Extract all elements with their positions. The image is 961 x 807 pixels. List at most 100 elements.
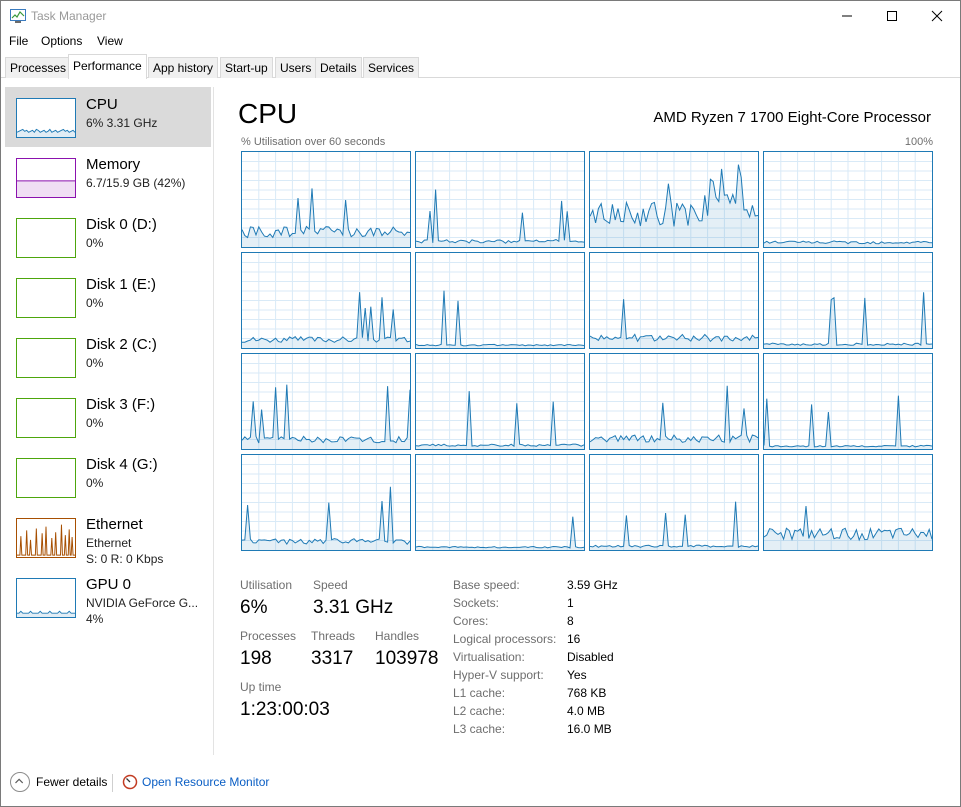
tab-users[interactable]: Users <box>275 57 317 78</box>
sidebar-item-name: CPU <box>86 96 118 113</box>
core-graph <box>589 151 759 248</box>
chevron-up-icon <box>15 778 24 784</box>
processes-label: Processes <box>240 629 297 643</box>
core-graph <box>415 454 585 551</box>
sidebar-item-detail: 0% <box>86 476 104 490</box>
sidebar-thumbnail <box>16 98 76 138</box>
sidebar-item-detail: 0% <box>86 296 104 310</box>
minimize-icon <box>842 15 852 17</box>
spec-value: 1 <box>567 596 574 610</box>
spec-value: 16 <box>567 632 581 646</box>
graph-max-label: 100% <box>904 136 933 148</box>
core-graph <box>241 454 411 551</box>
spec-label: Hyper-V support: <box>453 668 544 682</box>
spec-value: Yes <box>567 668 587 682</box>
spec-value: 8 <box>567 614 574 628</box>
spec-value: 16.0 MB <box>567 722 612 736</box>
sidebar-item-detail-2: 4% <box>86 612 104 626</box>
task-manager-icon <box>10 9 26 23</box>
core-graph <box>241 252 411 349</box>
sidebar-item-name: Ethernet <box>86 516 143 533</box>
graph-caption: % Utilisation over 60 seconds <box>241 136 386 148</box>
menu-options[interactable]: Options <box>41 34 82 48</box>
sidebar-item-name: Memory <box>86 156 141 173</box>
threads-value: 3317 <box>311 648 354 669</box>
resource-list: CPU 6% 3.31 GHz Memory 6.7/15.9 GB (42%) Dis… <box>5 87 211 767</box>
spec-value: 4.0 MB <box>567 704 606 718</box>
spec-value: Disabled <box>567 650 614 664</box>
core-graph <box>241 151 411 248</box>
speed-value: 3.31 GHz <box>313 597 394 618</box>
tab-app-history[interactable]: App history <box>148 57 219 78</box>
sidebar-item-name: Disk 4 (G:) <box>86 456 158 473</box>
footer-bar: Fewer details Open Resource Monitor <box>1 769 960 799</box>
core-graph <box>415 252 585 349</box>
close-button[interactable] <box>914 1 960 31</box>
core-graph <box>241 353 411 450</box>
sidebar-thumbnail <box>16 518 76 558</box>
menu-file[interactable]: File <box>9 34 28 48</box>
maximize-button[interactable] <box>869 1 915 31</box>
sidebar-item-disk-4-g[interactable]: Disk 4 (G:) 0% <box>5 447 211 507</box>
open-resource-monitor-link[interactable]: Open Resource Monitor <box>142 775 269 789</box>
sidebar-item-name: Disk 3 (F:) <box>86 396 156 413</box>
sidebar-thumbnail <box>16 578 76 618</box>
footer-divider <box>112 774 113 792</box>
tab-details[interactable]: Details <box>315 57 362 78</box>
spec-value: 3.59 GHz <box>567 578 618 592</box>
maximize-icon <box>887 11 897 21</box>
minimize-button[interactable] <box>824 1 870 31</box>
sidebar-item-ethernet[interactable]: Ethernet Ethernet S: 0 R: 0 Kbps <box>5 507 211 567</box>
core-graph <box>763 151 933 248</box>
uptime-value: 1:23:00:03 <box>240 699 330 720</box>
sidebar-item-disk-0-d[interactable]: Disk 0 (D:) 0% <box>5 207 211 267</box>
core-graph <box>763 353 933 450</box>
core-graph <box>415 151 585 248</box>
sidebar-item-detail: 6.7/15.9 GB (42%) <box>86 176 186 190</box>
sidebar-item-memory[interactable]: Memory 6.7/15.9 GB (42%) <box>5 147 211 207</box>
sidebar-thumbnail <box>16 158 76 198</box>
sidebar-item-name: Disk 0 (D:) <box>86 216 157 233</box>
sidebar-item-name: GPU 0 <box>86 576 132 593</box>
page-title: CPU <box>238 98 298 129</box>
sidebar-item-disk-1-e[interactable]: Disk 1 (E:) 0% <box>5 267 211 327</box>
sidebar-item-name: Disk 2 (C:) <box>86 336 157 353</box>
sidebar-item-gpu-0[interactable]: GPU 0 NVIDIA GeForce G... 4% <box>5 567 211 627</box>
sidebar-thumbnail <box>16 398 76 438</box>
speed-label: Speed <box>313 578 348 592</box>
spec-value: 768 KB <box>567 686 607 700</box>
sidebar-item-detail: Ethernet <box>86 536 132 550</box>
handles-label: Handles <box>375 629 420 643</box>
sidebar-thumbnail <box>16 458 76 498</box>
core-graph <box>589 353 759 450</box>
task-manager-window: Task Manager File Options View Processes… <box>0 0 961 807</box>
processes-value: 198 <box>240 648 272 669</box>
fewer-details-button[interactable] <box>10 772 30 792</box>
sidebar-item-cpu[interactable]: CPU 6% 3.31 GHz <box>5 87 211 147</box>
tab-services[interactable]: Services <box>363 57 420 78</box>
cpu-model-name: AMD Ryzen 7 1700 Eight-Core Processor <box>653 109 931 126</box>
sidebar-thumbnail <box>16 218 76 258</box>
handles-value: 103978 <box>375 648 439 669</box>
tab-start-up[interactable]: Start-up <box>220 57 273 78</box>
sidebar-item-disk-3-f[interactable]: Disk 3 (F:) 0% <box>5 387 211 447</box>
menu-bar: File Options View <box>1 32 960 52</box>
tab-performance[interactable]: Performance <box>68 54 147 79</box>
tab-processes[interactable]: Processes <box>5 57 72 78</box>
core-graph <box>415 353 585 450</box>
sidebar-item-detail-2: S: 0 R: 0 Kbps <box>86 552 164 566</box>
title-bar: Task Manager <box>1 1 960 31</box>
core-graph <box>589 454 759 551</box>
sidebar-item-disk-2-c[interactable]: Disk 2 (C:) 0% <box>5 327 211 387</box>
fewer-details-link[interactable]: Fewer details <box>36 775 107 789</box>
spec-label: L3 cache: <box>453 722 506 736</box>
thumbnail-graph <box>17 180 75 197</box>
sidebar-item-name: Disk 1 (E:) <box>86 276 157 293</box>
core-graph <box>589 252 759 349</box>
sidebar-item-detail: 0% <box>86 356 104 370</box>
spec-label: L2 cache: <box>453 704 506 718</box>
thumbnail-graph <box>17 524 75 556</box>
core-graph <box>763 252 933 349</box>
menu-view[interactable]: View <box>97 34 123 48</box>
spec-label: Cores: <box>453 614 489 628</box>
